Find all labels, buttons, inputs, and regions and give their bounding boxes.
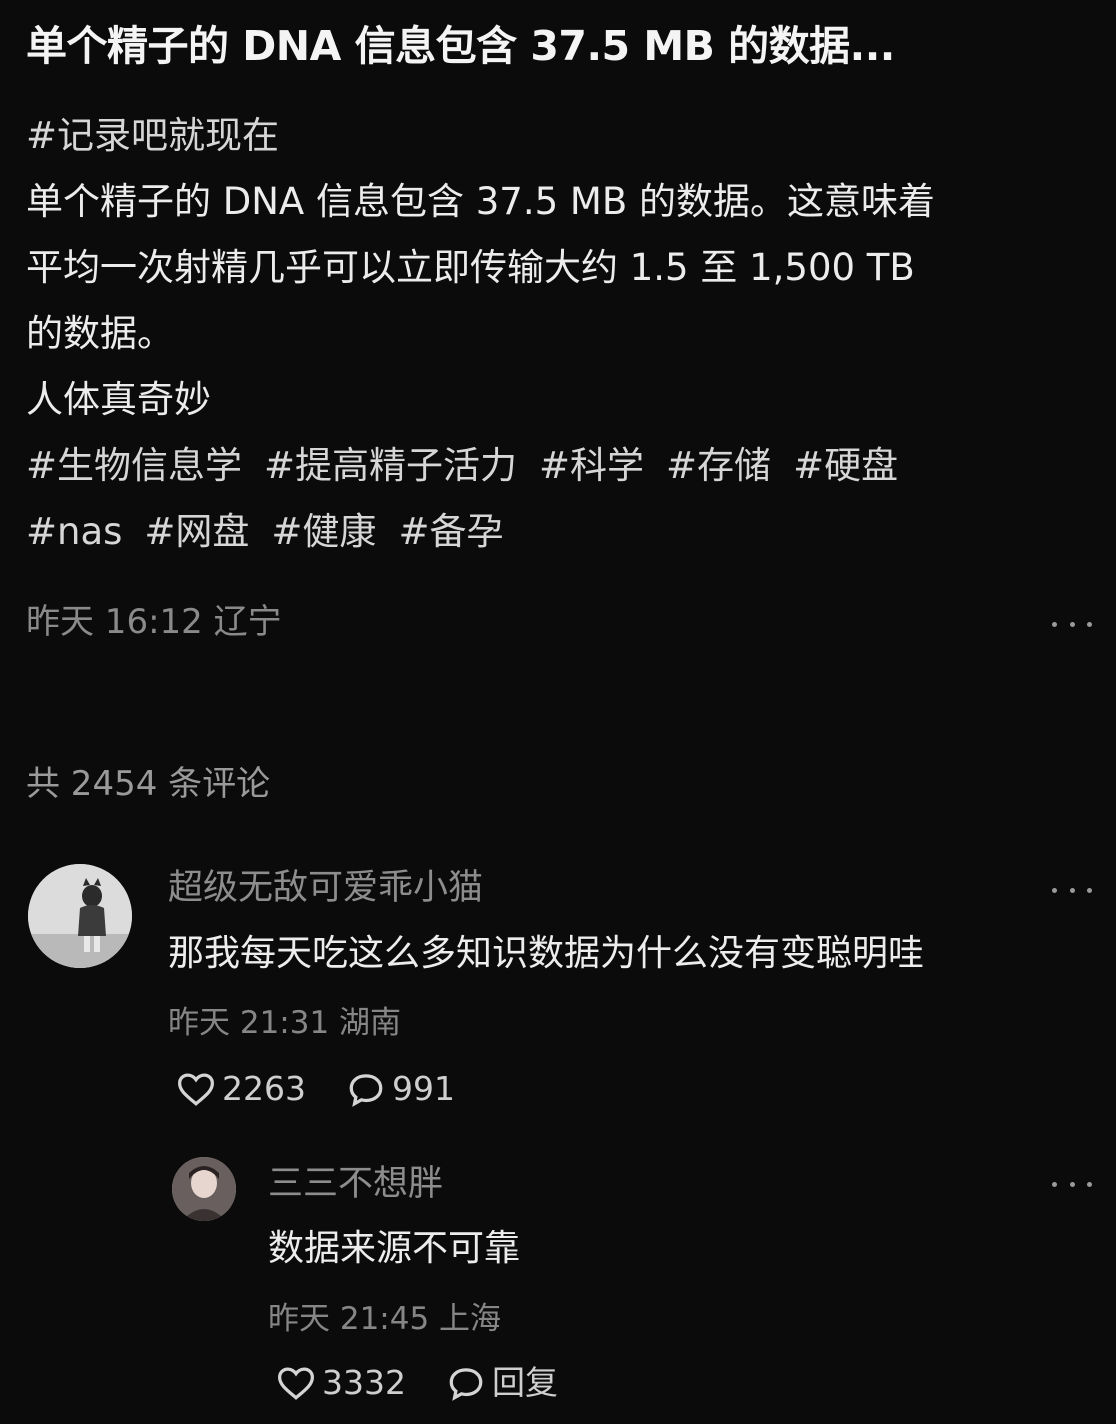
topic-tag[interactable]: #网盘 (144, 510, 249, 553)
topic-tag[interactable]: #健康 (271, 510, 376, 553)
tag-row: #生物信息学 #提高精子活力 #科学 #存储 #硬盘 (26, 433, 1096, 499)
figure-avatar-icon[interactable] (28, 864, 132, 968)
topic-tag[interactable]: #记录吧就现在 (26, 103, 1096, 169)
topic-tag[interactable]: #nas (26, 510, 122, 553)
post-title: 单个精子的 DNA 信息包含 37.5 MB 的数据... (26, 22, 895, 70)
portrait-avatar-icon[interactable] (172, 1157, 236, 1221)
topic-tag[interactable]: #科学 (539, 444, 644, 487)
heart-outline-icon (177, 1073, 215, 1106)
comment-text: 那我每天吃这么多知识数据为什么没有变聪明哇 (168, 933, 925, 974)
tag-row: #nas #网盘 #健康 #备孕 (26, 499, 1096, 565)
comment-meta: 昨天 21:31 湖南 (168, 1005, 402, 1041)
chat-bubble-icon (349, 1074, 383, 1107)
topic-tag[interactable]: #提高精子活力 (264, 444, 517, 487)
post-body: #记录吧就现在 单个精子的 DNA 信息包含 37.5 MB 的数据。这意味着 … (26, 103, 1096, 565)
reply-label: 回复 (491, 1363, 558, 1402)
like-button[interactable]: 3332 (276, 1360, 406, 1406)
comment-username[interactable]: 三三不想胖 (268, 1160, 443, 1208)
topic-tag[interactable]: #存储 (666, 444, 771, 487)
reply-count: 991 (391, 1069, 455, 1108)
post-text-line: 平均一次射精几乎可以立即传输大约 1.5 至 1,500 TB (26, 246, 915, 289)
topic-tag[interactable]: #生物信息学 (26, 444, 242, 487)
comment-count: 共 2454 条评论 (26, 764, 271, 804)
comment-actions: 2263 991 (176, 1066, 495, 1112)
post-text-line: 人体真奇妙 (26, 378, 211, 421)
more-options-icon[interactable] (1052, 1172, 1092, 1196)
reply-button[interactable]: 991 (346, 1066, 455, 1112)
post-text-line: 的数据。 (26, 312, 174, 355)
more-options-icon[interactable] (1052, 612, 1092, 636)
post-meta: 昨天 16:12 辽宁 (26, 602, 282, 642)
heart-outline-icon (277, 1367, 315, 1400)
post-text-line: 单个精子的 DNA 信息包含 37.5 MB 的数据。这意味着 (26, 180, 935, 223)
like-count: 2263 (222, 1069, 306, 1108)
comment-actions: 3332 回复 (276, 1360, 598, 1406)
comment-meta: 昨天 21:45 上海 (268, 1301, 502, 1337)
like-button[interactable]: 2263 (176, 1066, 306, 1112)
reply-button[interactable]: 回复 (446, 1360, 558, 1406)
like-count: 3332 (322, 1363, 406, 1402)
chat-bubble-icon (449, 1368, 483, 1401)
more-options-icon[interactable] (1052, 878, 1092, 902)
comment-username[interactable]: 超级无敌可爱乖小猫 (168, 864, 483, 912)
topic-tag[interactable]: #备孕 (398, 510, 503, 553)
topic-tag[interactable]: #硬盘 (793, 444, 898, 487)
comment-text: 数据来源不可靠 (268, 1228, 521, 1269)
